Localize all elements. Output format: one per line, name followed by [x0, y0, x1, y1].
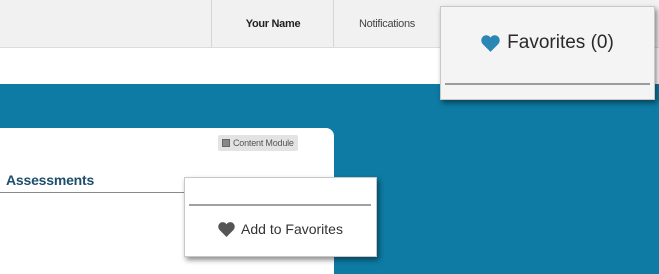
content-module-tag: Content Module	[218, 135, 298, 151]
favorites-divider	[445, 83, 650, 85]
add-to-favorites-button[interactable]: Add to Favorites	[185, 212, 376, 246]
heart-icon	[481, 34, 500, 52]
content-module-label: Content Module	[233, 138, 294, 148]
heart-icon	[218, 221, 235, 237]
favorites-popup: Favorites (0)	[440, 6, 655, 100]
user-name-menu[interactable]: Your Name	[211, 0, 334, 47]
module-square-icon	[222, 139, 230, 147]
favorites-button[interactable]: Favorites (0)	[441, 7, 654, 79]
add-to-favorites-popup: Add to Favorites	[184, 177, 377, 257]
add-to-favorites-label: Add to Favorites	[241, 221, 343, 237]
section-divider	[0, 192, 186, 193]
favorites-label: Favorites (0)	[507, 32, 614, 53]
section-title: Assessments	[6, 172, 95, 188]
notifications-menu[interactable]: Notifications	[333, 0, 440, 47]
add-popup-divider	[189, 204, 371, 206]
